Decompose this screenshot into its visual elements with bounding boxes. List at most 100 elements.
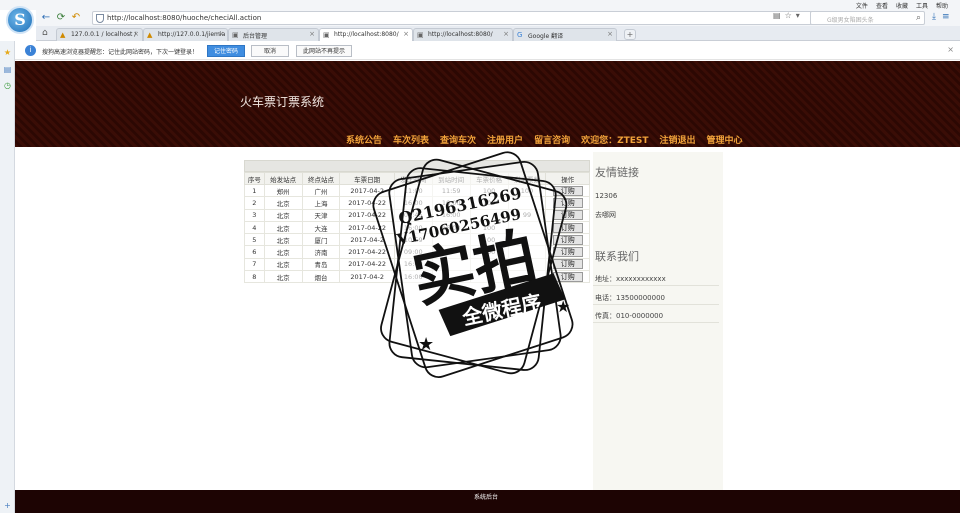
back-icon[interactable]: ← bbox=[40, 12, 52, 24]
order-button[interactable]: 订购 bbox=[552, 222, 583, 233]
nav-messages[interactable]: 留言咨询 bbox=[534, 133, 570, 146]
order-button[interactable]: 订购 bbox=[552, 197, 583, 208]
cancel-button[interactable]: 取消 bbox=[251, 45, 289, 57]
table-cell: 上海 bbox=[301, 196, 341, 210]
table-cell bbox=[507, 257, 547, 272]
reader-icon[interactable]: ▤ bbox=[773, 11, 781, 20]
tab-close-icon[interactable]: × bbox=[607, 30, 613, 38]
nav-admin-center[interactable]: 管理中心 bbox=[707, 133, 743, 146]
col-date: 车票日期 bbox=[339, 172, 395, 185]
tab-close-icon[interactable]: × bbox=[133, 30, 139, 38]
col-action: 操作 bbox=[545, 172, 590, 185]
tab-close-icon[interactable]: × bbox=[309, 30, 315, 38]
tab-page-icon: ▣ bbox=[323, 31, 330, 39]
table-cell: 济南 bbox=[301, 245, 341, 259]
tab-phpmyadmin[interactable]: ▲ 127.0.0.1 / localhost / × bbox=[56, 28, 143, 41]
download-icon[interactable]: ⤓ bbox=[932, 12, 936, 22]
footer-admin-link[interactable]: 系统后台 bbox=[474, 492, 498, 501]
google-translate-icon: G bbox=[517, 31, 523, 39]
reading-list-icon[interactable]: ▤ bbox=[3, 65, 12, 74]
tab-jiemia[interactable]: ▲ http://127.0.0.1/jiemia × bbox=[143, 28, 228, 41]
table-cell bbox=[507, 196, 547, 210]
tab-localhost-active[interactable]: ▣ http://localhost:8080/ × bbox=[319, 28, 413, 41]
order-button[interactable]: 订购 bbox=[552, 259, 583, 270]
nav-train-list[interactable]: 车次列表 bbox=[393, 133, 429, 146]
menu-view[interactable]: 查看 bbox=[876, 1, 888, 10]
table-cell bbox=[431, 257, 471, 272]
nav-logout[interactable]: 注销退出 bbox=[660, 133, 696, 146]
tab-google-translate[interactable]: G Google 翻译 × bbox=[513, 28, 617, 41]
tab-localhost[interactable]: ▣ http://localhost:8080/ × bbox=[413, 28, 513, 41]
link-12306[interactable]: 12306 bbox=[595, 192, 617, 200]
search-box[interactable]: G级男女陷困头条 ⌕ bbox=[810, 11, 925, 25]
undo-icon[interactable]: ↶ bbox=[70, 12, 82, 24]
order-button[interactable]: 订购 bbox=[552, 234, 583, 245]
menu-favorites[interactable]: 收藏 bbox=[896, 1, 908, 10]
table-cell: 2017-04-2 bbox=[339, 183, 395, 198]
home-icon[interactable]: ⌂ bbox=[42, 28, 48, 38]
tab-favicon-icon: ▲ bbox=[60, 31, 66, 39]
divider bbox=[593, 322, 719, 323]
table-cell bbox=[507, 233, 547, 247]
refresh-icon[interactable]: ⟳ bbox=[55, 12, 67, 24]
tab-bar: ⌂ ▲ 127.0.0.1 / localhost / × ▲ http://1… bbox=[36, 26, 960, 41]
table-cell: 100 bbox=[469, 183, 509, 198]
col-index: 序号 bbox=[244, 172, 265, 185]
order-button[interactable]: 订购 bbox=[552, 271, 583, 282]
table-cell: 2017-04-22 bbox=[339, 257, 395, 272]
nav-search-train[interactable]: 查询车次 bbox=[440, 133, 476, 146]
table-cell bbox=[507, 270, 547, 284]
table-cell: 订购 bbox=[545, 233, 590, 247]
table-cell: 6 bbox=[244, 245, 265, 259]
favorites-star-icon[interactable]: ★ bbox=[3, 48, 12, 57]
table-cell: 100 bbox=[469, 257, 509, 272]
browser-logo-icon[interactable]: S bbox=[6, 6, 34, 34]
never-prompt-button[interactable]: 此网站不再提示 bbox=[296, 45, 353, 57]
table-cell: 4 bbox=[244, 220, 265, 235]
new-tab-button[interactable]: + bbox=[624, 29, 636, 40]
menu-help[interactable]: 帮助 bbox=[936, 1, 948, 10]
table-cell: 订购 bbox=[545, 270, 590, 284]
search-input[interactable]: G级男女陷困头条 bbox=[827, 15, 874, 24]
col-depart-time: 发车时间 bbox=[393, 172, 433, 185]
menu-icon[interactable]: ≡ bbox=[942, 12, 950, 22]
table-cell bbox=[469, 270, 509, 284]
address-text[interactable]: http://localhost:8080/huoche/checiAll.ac… bbox=[107, 14, 261, 22]
nav-announcements[interactable]: 系统公告 bbox=[346, 133, 382, 146]
browser-menubar: 文件 查看 收藏 工具 帮助 bbox=[0, 0, 960, 10]
order-button[interactable]: 订购 bbox=[552, 247, 583, 258]
tab-close-icon[interactable]: × bbox=[218, 30, 224, 38]
browser-sidebar: ★ ▤ ◷ + bbox=[0, 41, 15, 513]
table-cell: 16:00 bbox=[393, 257, 433, 272]
address-bar[interactable]: http://localhost:8080/huoche/checiAll.ac… bbox=[92, 11, 837, 25]
site-title: 火车票订票系统 bbox=[240, 95, 325, 109]
table-cell: 郑州 bbox=[263, 183, 303, 198]
add-sidebar-icon[interactable]: + bbox=[3, 501, 12, 510]
order-button[interactable]: 订购 bbox=[552, 210, 583, 221]
table-cell: 订购 bbox=[545, 257, 590, 272]
table-cell: 2017-04-22 bbox=[339, 208, 395, 222]
tab-close-icon[interactable]: × bbox=[503, 30, 509, 38]
remember-password-button[interactable]: 记住密码 bbox=[207, 45, 246, 57]
tab-close-icon[interactable]: × bbox=[403, 30, 409, 38]
tab-admin[interactable]: ▣ 后台管理 × bbox=[228, 28, 319, 41]
nav-register[interactable]: 注册用户 bbox=[487, 133, 523, 146]
close-icon[interactable]: × bbox=[947, 45, 954, 54]
dropdown-icon[interactable]: ▾ bbox=[796, 11, 800, 20]
table-row: 1 郑州 广州 2017-04-2 11:00 11:59 100 100 订购 bbox=[244, 183, 590, 198]
table-cell: 广州 bbox=[301, 183, 341, 198]
history-clock-icon[interactable]: ◷ bbox=[3, 81, 12, 90]
divider bbox=[593, 304, 719, 305]
order-button[interactable]: 订购 bbox=[552, 185, 583, 196]
table-cell bbox=[469, 208, 509, 222]
table-cell: 100 bbox=[469, 245, 509, 259]
table-cell: 2017-04-2 bbox=[339, 270, 395, 284]
table-cell: 1 bbox=[244, 183, 265, 198]
menu-tools[interactable]: 工具 bbox=[916, 1, 928, 10]
table-cell: 订购 bbox=[545, 196, 590, 210]
search-icon[interactable]: ⌕ bbox=[916, 13, 921, 23]
favorite-star-icon[interactable]: ☆ bbox=[785, 11, 792, 20]
link-qunar[interactable]: 去哪网 bbox=[595, 210, 616, 220]
menu-file[interactable]: 文件 bbox=[856, 1, 868, 10]
contact-address: 地址：xxxxxxxxxxxx bbox=[595, 275, 666, 283]
